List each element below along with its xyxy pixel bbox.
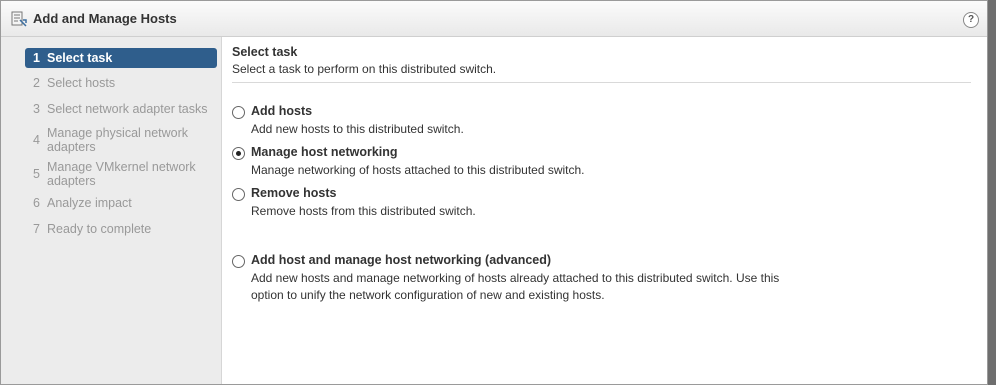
step-label: Analyze impact (47, 196, 132, 210)
content-header: Select task Select a task to perform on … (232, 37, 972, 83)
step-manage-physical-adapters[interactable]: 4 Manage physical network adapters (25, 126, 225, 154)
wizard-icon (11, 11, 27, 27)
help-icon[interactable]: ? (963, 12, 979, 28)
option-label: Remove hosts (251, 186, 337, 200)
step-label: Select network adapter tasks (47, 102, 208, 116)
step-label: Manage physical network adapters (47, 126, 189, 154)
option-add-and-manage-advanced[interactable]: Add host and manage host networking (adv… (232, 253, 791, 304)
step-label: Ready to complete (47, 222, 152, 236)
step-analyze-impact[interactable]: 6 Analyze impact (25, 196, 225, 210)
step-select-task[interactable]: 1 Select task (25, 48, 217, 68)
step-ready-to-complete[interactable]: 7 Ready to complete (25, 222, 225, 236)
radio-remove-hosts[interactable] (232, 188, 245, 201)
divider (232, 82, 971, 83)
step-select-network-adapter-tasks[interactable]: 3 Select network adapter tasks (25, 102, 225, 116)
option-remove-hosts[interactable]: Remove hosts Remove hosts from this dist… (232, 186, 791, 220)
step-number: 1 (33, 51, 40, 65)
radio-add-and-manage-advanced[interactable] (232, 255, 245, 268)
option-description: Remove hosts from this distributed switc… (251, 204, 476, 218)
page-title: Select task (232, 45, 298, 59)
step-label: Manage VMkernel network adapters (47, 160, 196, 188)
step-number: 6 (33, 196, 40, 210)
radio-manage-host-networking[interactable] (232, 147, 245, 160)
option-description: Manage networking of hosts attached to t… (251, 163, 585, 177)
page-subtitle: Select a task to perform on this distrib… (232, 62, 497, 76)
option-label: Add hosts (251, 104, 313, 118)
step-number: 3 (33, 102, 40, 116)
radio-add-hosts[interactable] (232, 106, 245, 119)
option-description: Add new hosts and manage networking of h… (251, 271, 780, 302)
step-label: Select task (47, 51, 113, 65)
option-manage-host-networking[interactable]: Manage host networking Manage networking… (232, 145, 791, 179)
step-manage-vmkernel-adapters[interactable]: 5 Manage VMkernel network adapters (25, 160, 225, 188)
step-number: 5 (33, 167, 40, 181)
title-bar: Add and Manage Hosts ? (1, 1, 987, 37)
step-number: 4 (33, 133, 40, 147)
step-number: 7 (33, 222, 40, 236)
step-select-hosts[interactable]: 2 Select hosts (25, 76, 225, 90)
add-manage-hosts-dialog: Add and Manage Hosts ? 1 Select task 2 S… (0, 0, 988, 385)
option-add-hosts[interactable]: Add hosts Add new hosts to this distribu… (232, 104, 791, 138)
step-label: Select hosts (47, 76, 116, 90)
option-label: Add host and manage host networking (adv… (251, 253, 552, 267)
main-content: Select task Select a task to perform on … (232, 37, 972, 302)
dialog-title: Add and Manage Hosts (33, 11, 177, 26)
wizard-steps-sidebar: 1 Select task 2 Select hosts 3 Select ne… (1, 37, 222, 384)
step-number: 2 (33, 76, 40, 90)
option-label: Manage host networking (251, 145, 398, 159)
option-description: Add new hosts to this distributed switch… (251, 122, 464, 136)
